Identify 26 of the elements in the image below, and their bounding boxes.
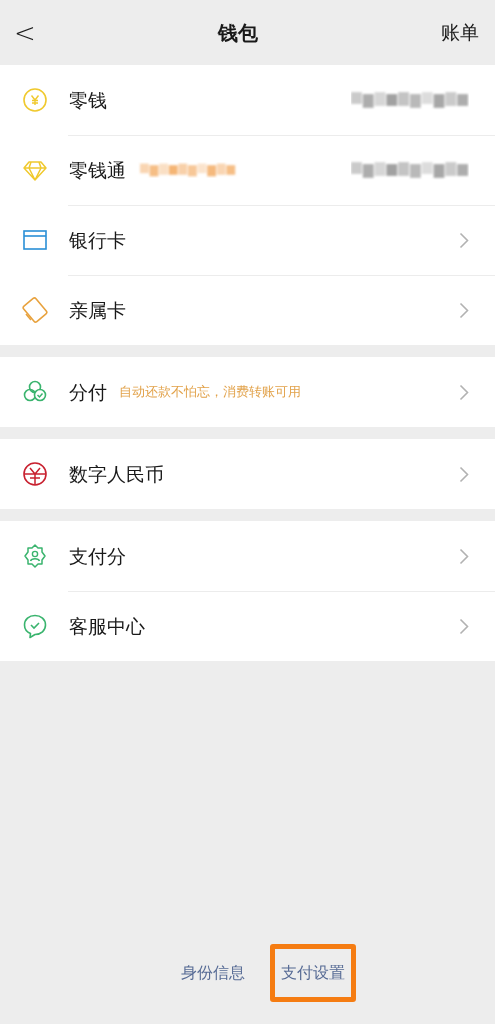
tilted-cards-icon: [22, 297, 48, 323]
chat-check-icon: [22, 613, 48, 639]
footer-link[interactable]: 身份信息: [169, 944, 256, 1002]
card-icon: [22, 227, 48, 253]
promo-note: 自动还款不怕忘，消费转账可用: [119, 383, 301, 402]
back-button[interactable]: <: [14, 19, 36, 46]
wallet-row[interactable]: 零钱: [0, 65, 495, 135]
chevron-icon: [459, 617, 469, 635]
bills-link[interactable]: 账单: [441, 18, 479, 47]
footer-link[interactable]: 支付设置: [269, 944, 356, 1002]
wallet-row[interactable]: 亲属卡: [0, 275, 495, 345]
wallet-row[interactable]: 零钱通: [0, 135, 495, 205]
chevron-icon: [459, 547, 469, 565]
wallet-row[interactable]: 支付分: [0, 521, 495, 591]
wallet-row[interactable]: 数字人民币: [0, 439, 495, 509]
page-title: 钱包: [218, 19, 259, 47]
yuan-circle-icon: [22, 461, 48, 487]
coin-icon: [22, 87, 48, 113]
wallet-row[interactable]: 银行卡: [0, 205, 495, 275]
chevron-icon: [459, 301, 469, 319]
chevron-icon: [459, 231, 469, 249]
wallet-row[interactable]: 分付 自动还款不怕忘，消费转账可用: [0, 357, 495, 427]
person-badge-icon: [22, 543, 48, 569]
chevron-icon: [459, 465, 469, 483]
chevron-icon: [459, 383, 469, 401]
wallet-row[interactable]: 客服中心: [0, 591, 495, 661]
